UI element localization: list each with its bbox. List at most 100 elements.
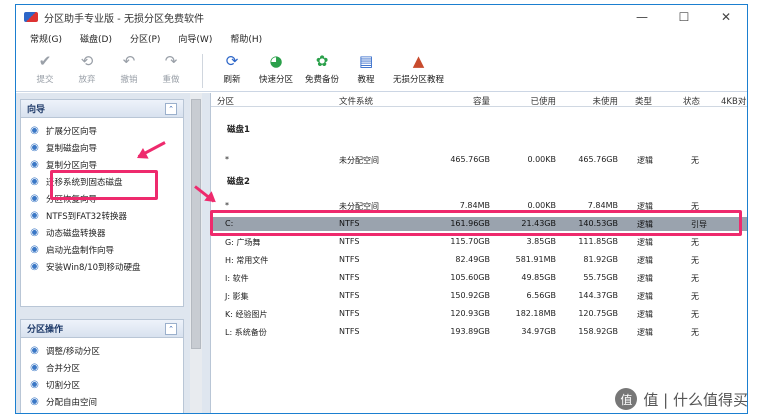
- table-cell: 82.49GB: [455, 255, 490, 264]
- menu-item-0[interactable]: 常规(G): [30, 32, 62, 47]
- sidebar-item-label: 分配自由空间: [46, 397, 98, 408]
- menu-item-3[interactable]: 向导(W): [178, 32, 212, 47]
- redo-icon: ↷: [164, 52, 178, 70]
- table-cell: 111.85GB: [578, 237, 618, 246]
- table-cell: 无: [691, 156, 699, 165]
- column-header-0[interactable]: 分区: [217, 95, 234, 107]
- table-cell: 120.75GB: [578, 309, 618, 318]
- table-cell: *: [225, 201, 229, 210]
- dynamic-disk-icon: ◉: [30, 227, 39, 238]
- table-cell: NTFS: [339, 255, 360, 264]
- undo-icon: ↶: [122, 52, 136, 70]
- toolbar-button-1[interactable]: ⟲ 放弃: [72, 52, 102, 85]
- close-button[interactable]: ✕: [705, 5, 747, 29]
- table-cell: 逻辑: [637, 310, 653, 319]
- toolbar-button-5[interactable]: ◕ 快速分区: [259, 52, 293, 85]
- ops-panel-item-2[interactable]: ◉ 切割分区: [29, 376, 183, 393]
- wizard-panel-item-8[interactable]: ◉ 安装Win8/10到移动硬盘: [29, 258, 183, 275]
- table-row[interactable]: * 未分配空间 465.76GB 0.00KB 465.76GB 逻辑 无: [211, 153, 747, 167]
- menu-item-2[interactable]: 分区(P): [130, 32, 160, 47]
- column-header-7[interactable]: 4KB对: [721, 95, 746, 107]
- wizard-panel-item-1[interactable]: ◉ 复制磁盘向导: [29, 139, 183, 156]
- ops-panel-item-1[interactable]: ◉ 合并分区: [29, 359, 183, 376]
- sidebar-item-label: 启动光盘制作向导: [46, 245, 115, 256]
- column-header-5[interactable]: 类型: [635, 95, 652, 107]
- operations-panel: 分区操作 ⌃ ◉ 调整/移动分区 ◉ 合并分区 ◉ 切割分区 ◉ 分配自由空间: [20, 319, 184, 413]
- minimize-button[interactable]: —: [621, 5, 663, 29]
- toolbar-button-7[interactable]: ▤ 教程: [351, 52, 381, 85]
- minimize-icon: —: [636, 10, 648, 24]
- wizard-collapse-button[interactable]: ⌃: [165, 102, 177, 115]
- sidebar-item-label: 动态磁盘转换器: [46, 228, 106, 239]
- wizard-panel-header: 向导 ⌃: [21, 100, 183, 118]
- wizard-panel-title: 向导: [27, 105, 46, 115]
- wizard-panel-item-0[interactable]: ◉ 扩展分区向导: [29, 122, 183, 139]
- operations-collapse-button[interactable]: ⌃: [165, 322, 177, 335]
- copy-partition-icon: ◉: [30, 159, 39, 170]
- toolbar-label: 提交: [36, 75, 54, 85]
- table-cell: NTFS: [339, 237, 360, 246]
- table-cell: 6.56GB: [526, 291, 557, 300]
- table-cell: 无: [691, 238, 699, 247]
- column-header-4[interactable]: 未使用: [592, 95, 618, 107]
- toolbar-button-6[interactable]: ✿ 免费备份: [305, 52, 339, 85]
- table-cell: 逻辑: [637, 328, 653, 337]
- toolbar-label: 撤销: [120, 75, 138, 85]
- table-cell: 逻辑: [637, 156, 653, 165]
- maximize-button[interactable]: ☐: [663, 5, 705, 29]
- table-cell: 81.92GB: [583, 255, 618, 264]
- toolbar-button-0[interactable]: ✔ 提交: [30, 52, 60, 85]
- copy-disk-icon: ◉: [30, 142, 39, 153]
- column-header-1[interactable]: 文件系统: [339, 95, 373, 107]
- menu-item-1[interactable]: 磁盘(D): [80, 32, 112, 47]
- table-row[interactable]: G: 广场舞 NTFS 115.70GB 3.85GB 111.85GB 逻辑 无: [211, 235, 747, 249]
- table-cell: 3.85GB: [526, 237, 557, 246]
- table-cell: 逻辑: [637, 274, 653, 283]
- table-cell: L: 系统备份: [225, 328, 267, 337]
- boot-disc-icon: ◉: [30, 244, 39, 255]
- toolbar-separator: [202, 54, 203, 88]
- table-cell: 182.18MB: [515, 309, 556, 318]
- highlight-box-migrate: [50, 170, 158, 200]
- table-cell: 无: [691, 310, 699, 319]
- toolbar-button-2[interactable]: ↶ 撤销: [114, 52, 144, 85]
- sidebar-scrollbar[interactable]: [190, 93, 202, 413]
- table-row[interactable]: K: 经验图片 NTFS 120.93GB 182.18MB 120.75GB 逻辑 无: [211, 307, 747, 321]
- toolbar-button-8[interactable]: ▲ 无损分区教程: [393, 52, 444, 85]
- toolbar-button-4[interactable]: ⟳ 刷新: [217, 52, 247, 85]
- watermark-text: 值 | 什么值得买: [643, 390, 748, 409]
- disk-label-1: 磁盘2: [227, 177, 250, 187]
- wizard-panel-item-7[interactable]: ◉ 启动光盘制作向导: [29, 241, 183, 258]
- toolbar-label: 无损分区教程: [393, 75, 445, 85]
- menu-item-4[interactable]: 帮助(H): [230, 32, 262, 47]
- ntfs-fat32-icon: ◉: [30, 210, 39, 221]
- maximize-icon: ☐: [678, 10, 690, 24]
- table-cell: 55.75GB: [583, 273, 618, 282]
- sidebar-scrollbar-thumb[interactable]: [191, 99, 201, 349]
- toolbar-button-3[interactable]: ↷ 重做: [156, 52, 186, 85]
- wizard-panel-item-5[interactable]: ◉ NTFS到FAT32转换器: [29, 207, 183, 224]
- extend-partition-icon: ◉: [30, 125, 39, 136]
- toolbar: ✔ 提交 ⟲ 放弃 ↶ 撤销 ↷ 重做 ⟳ 刷新 ◕ 快速分区 ✿ 免费备份 ▤ 教程 ▲ 无损分区教程: [16, 52, 747, 92]
- table-cell: NTFS: [339, 309, 360, 318]
- disk-label-0: 磁盘1: [227, 125, 250, 135]
- column-header-2[interactable]: 容量: [473, 95, 490, 107]
- column-header-6[interactable]: 状态: [683, 95, 700, 107]
- table-row[interactable]: H: 常用文件 NTFS 82.49GB 581.91MB 81.92GB 逻辑 无: [211, 253, 747, 267]
- column-header-3[interactable]: 已使用: [530, 95, 556, 107]
- ops-panel-item-0[interactable]: ◉ 调整/移动分区: [29, 342, 183, 359]
- highlight-box-c-drive: [210, 210, 742, 236]
- app-window: 分区助手专业版 - 无损分区免费软件 — ☐ ✕ 常规(G) 磁盘(D) 分区(P)…: [15, 4, 748, 414]
- table-cell: K: 经验图片: [225, 310, 268, 319]
- table-row[interactable]: L: 系统备份 NTFS 193.89GB 34.97GB 158.92GB 逻辑 无: [211, 325, 747, 339]
- tutorial-icon: ▤: [358, 52, 374, 70]
- table-row[interactable]: J: 影集 NTFS 150.92GB 6.56GB 144.37GB 逻辑 无: [211, 289, 747, 303]
- ops-panel-item-3[interactable]: ◉ 分配自由空间: [29, 393, 183, 410]
- backup-icon: ✿: [315, 52, 329, 70]
- table-row[interactable]: I: 软件 NTFS 105.60GB 49.85GB 55.75GB 逻辑 无: [211, 271, 747, 285]
- wizard-panel-item-6[interactable]: ◉ 动态磁盘转换器: [29, 224, 183, 241]
- window-controls: — ☐ ✕: [621, 5, 747, 29]
- allocate-space-icon: ◉: [30, 396, 39, 407]
- app-logo-icon: [24, 12, 38, 22]
- table-cell: 逻辑: [637, 256, 653, 265]
